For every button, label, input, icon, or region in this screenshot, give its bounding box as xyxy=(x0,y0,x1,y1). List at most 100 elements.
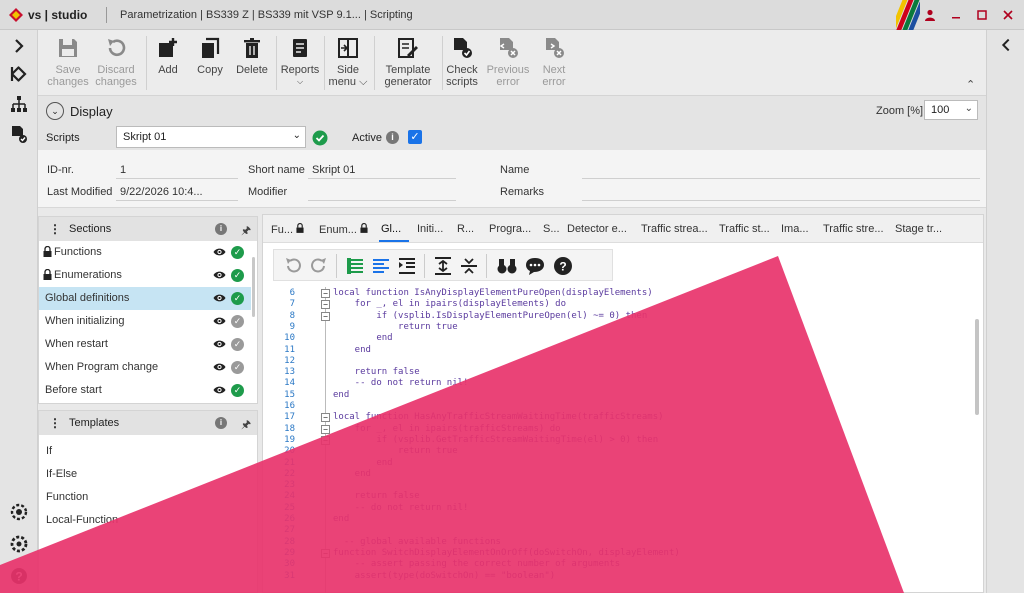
fold-toggle-icon[interactable]: − xyxy=(321,548,330,558)
section-item[interactable]: Global definitions ✓ xyxy=(39,287,251,310)
pin-icon[interactable]: 🖈 xyxy=(241,416,251,435)
section-item[interactable]: Functions ✓ xyxy=(39,241,251,264)
hierarchy-icon[interactable] xyxy=(9,94,29,114)
tab-section[interactable]: R... xyxy=(457,223,474,235)
name-field[interactable] xyxy=(582,178,980,179)
sections-scrollbar[interactable] xyxy=(252,257,255,317)
save-changes-button[interactable]: Save changes xyxy=(46,36,90,88)
tab-section[interactable]: S... xyxy=(543,223,560,235)
previous-error-button[interactable]: Previous error xyxy=(486,36,530,88)
zoom-select[interactable]: 100 ⌄ xyxy=(924,100,978,120)
tab-section[interactable]: Detector e... xyxy=(567,223,627,235)
fold-toggle-icon[interactable]: − xyxy=(321,435,330,445)
section-item[interactable]: Before start ✓ xyxy=(39,379,251,402)
visibility-eye-icon[interactable] xyxy=(213,270,226,280)
section-item[interactable]: When Program change ✓ xyxy=(39,356,251,379)
add-button[interactable]: Add xyxy=(152,36,184,76)
undo-icon[interactable] xyxy=(282,255,304,277)
tab-section[interactable]: Progra... xyxy=(489,223,531,235)
tab-label: Enum... xyxy=(319,224,357,236)
pin-icon[interactable]: 🖈 xyxy=(241,222,251,241)
active-checkbox[interactable]: ✓ xyxy=(408,130,422,144)
collapse-ribbon-chevron-icon[interactable]: ⌃ xyxy=(966,78,975,91)
short-name-value[interactable]: Skript 01 xyxy=(312,164,355,176)
scripts-select[interactable]: Skript 01 ⌄ xyxy=(116,126,306,148)
close-button[interactable] xyxy=(996,4,1020,26)
code-area[interactable]: 6− local function IsAnyDisplayElementPure… xyxy=(263,287,969,593)
fold-toggle-icon[interactable]: − xyxy=(321,289,330,298)
fold-toggle-icon[interactable]: − xyxy=(321,424,330,434)
indent-icon[interactable] xyxy=(396,255,418,277)
tab-section[interactable]: Traffic st... xyxy=(719,223,770,235)
expand-chevron-icon[interactable] xyxy=(9,36,29,56)
visibility-eye-icon[interactable] xyxy=(213,316,226,326)
script-check-icon[interactable] xyxy=(9,124,29,144)
tab-section[interactable]: Stage tr... xyxy=(895,223,942,235)
visibility-eye-icon[interactable] xyxy=(213,293,226,303)
check-scripts-button[interactable]: Check scripts xyxy=(444,36,480,88)
tab-section[interactable]: Fu... xyxy=(271,222,304,236)
collapse-chevron-left-icon[interactable] xyxy=(997,36,1015,54)
template-item[interactable]: Local-Function xyxy=(46,514,118,526)
help-bubble-icon[interactable]: ? xyxy=(552,255,574,277)
code-line: 30 -- assert passing the correct number … xyxy=(263,559,963,570)
section-item[interactable]: When restart ✓ xyxy=(39,333,251,356)
collapse-all-icon[interactable] xyxy=(458,255,480,277)
template-item[interactable]: If-Else xyxy=(46,468,77,480)
remarks-field[interactable] xyxy=(582,200,980,201)
section-item[interactable]: Enumerations ✓ xyxy=(39,264,251,287)
code-scrollbar[interactable] xyxy=(975,319,979,415)
drag-handle-icon[interactable]: ⋮ xyxy=(49,416,61,430)
parametrization-icon[interactable] xyxy=(9,64,29,84)
visibility-eye-icon[interactable] xyxy=(213,362,226,372)
next-error-button[interactable]: Next error xyxy=(534,36,574,88)
minimize-button[interactable] xyxy=(944,4,968,26)
discard-changes-button[interactable]: Discard changes xyxy=(94,36,138,88)
check-scripts-label-2: scripts xyxy=(446,76,478,88)
template-item[interactable]: Function xyxy=(46,491,88,503)
copy-button[interactable]: Copy xyxy=(194,36,226,76)
tab-section[interactable]: Traffic strea... xyxy=(641,223,708,235)
section-item[interactable]: When initializing ✓ xyxy=(39,310,251,333)
drag-handle-icon[interactable]: ⋮ xyxy=(49,222,61,236)
delete-button[interactable]: Delete xyxy=(234,36,270,76)
tab-section[interactable]: Ima... xyxy=(781,223,809,235)
tab-section[interactable]: Enum... xyxy=(319,222,368,236)
user-icon[interactable] xyxy=(918,4,942,26)
reports-label: Reports xyxy=(280,64,320,76)
code-line: 14 -- do not return nil! xyxy=(263,378,963,389)
side-menu-button[interactable]: Side menu ⌵ xyxy=(328,36,368,88)
info-icon[interactable]: i xyxy=(386,131,399,144)
visibility-eye-icon[interactable] xyxy=(213,385,226,395)
maximize-button[interactable] xyxy=(970,4,994,26)
code-line: 12 xyxy=(263,356,963,367)
settings-gear-icon[interactable] xyxy=(9,534,29,554)
info-icon[interactable]: i xyxy=(215,223,227,235)
tab-section[interactable]: Gl... xyxy=(381,223,401,235)
template-item[interactable]: If xyxy=(46,445,52,457)
display-collapse-chevron-icon[interactable]: ⌄ xyxy=(46,102,64,120)
info-icon[interactable]: i xyxy=(215,417,227,429)
tab-section[interactable]: Traffic stre... xyxy=(823,223,884,235)
comment-bubble-icon[interactable] xyxy=(524,255,546,277)
help-icon[interactable]: ? xyxy=(9,566,29,586)
settings-list-icon[interactable] xyxy=(9,502,29,522)
previous-error-icon xyxy=(499,38,518,58)
editor-toolbar-separator xyxy=(486,254,487,278)
reports-button[interactable]: Reports ⌵ xyxy=(280,36,320,88)
visibility-eye-icon[interactable] xyxy=(213,339,226,349)
find-binoculars-icon[interactable] xyxy=(496,255,518,277)
comment-lines-icon[interactable] xyxy=(344,255,366,277)
fold-toggle-icon[interactable]: − xyxy=(321,311,330,321)
fold-toggle-icon[interactable]: − xyxy=(321,413,330,423)
editor-toolbar-separator xyxy=(336,254,337,278)
visibility-eye-icon[interactable] xyxy=(213,247,226,257)
redo-icon[interactable] xyxy=(308,255,330,277)
line-number: 30 xyxy=(284,559,295,570)
tab-label: Progra... xyxy=(489,223,532,235)
template-generator-button[interactable]: Template generator xyxy=(380,36,436,88)
expand-all-icon[interactable] xyxy=(432,255,454,277)
tab-section[interactable]: Initi... xyxy=(417,223,443,235)
format-lines-icon[interactable] xyxy=(370,255,392,277)
fold-toggle-icon[interactable]: − xyxy=(321,300,330,310)
